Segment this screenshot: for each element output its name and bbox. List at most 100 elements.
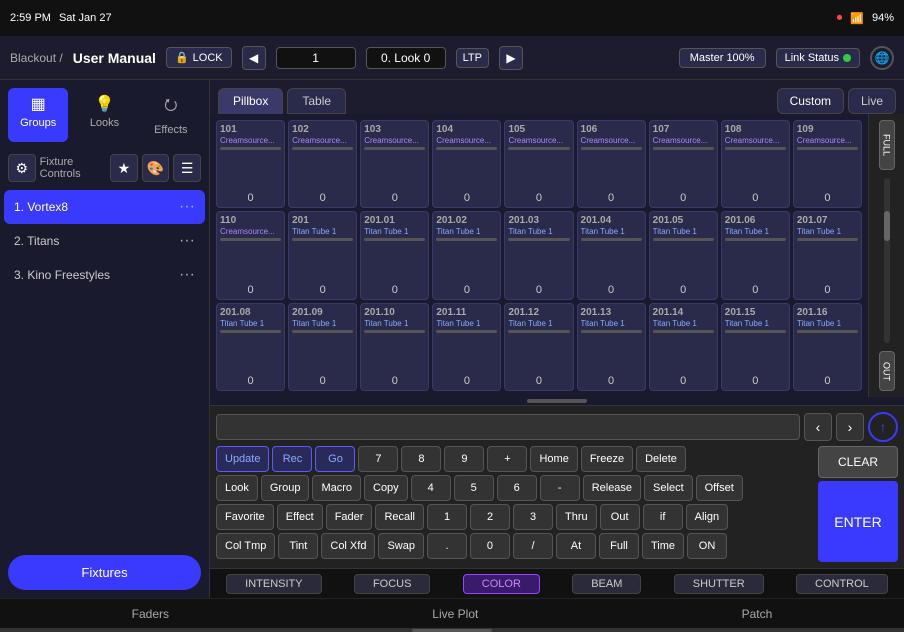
focus-button[interactable]: FOCUS xyxy=(354,574,431,594)
num4-button[interactable]: 4 xyxy=(411,475,451,501)
favorite-button[interactable]: Favorite xyxy=(216,504,274,530)
fixture-cell[interactable]: 102 Creamsource... 0 xyxy=(288,120,357,208)
fixture-cell[interactable]: 201.05 Titan Tube 1 0 xyxy=(649,211,718,299)
fixture-cell[interactable]: 201.08 Titan Tube 1 0 xyxy=(216,303,285,391)
select-button[interactable]: Select xyxy=(644,475,693,501)
fixture-cell[interactable]: 106 Creamsource... 0 xyxy=(577,120,646,208)
num9-button[interactable]: 9 xyxy=(444,446,484,472)
full-button[interactable]: FULL xyxy=(879,120,895,170)
patch-tab[interactable]: Patch xyxy=(726,603,789,625)
minus-button[interactable]: - xyxy=(540,475,580,501)
keypad-next-button[interactable]: › xyxy=(836,413,864,441)
search-input[interactable] xyxy=(216,414,800,440)
fixture-cell[interactable]: 201.15 Titan Tube 1 0 xyxy=(721,303,790,391)
fixture-cell[interactable]: 201.01 Titan Tube 1 0 xyxy=(360,211,429,299)
color-button[interactable]: COLOR xyxy=(463,574,540,594)
group-item-titans[interactable]: 2. Titans ··· xyxy=(4,224,205,258)
col-xfd-button[interactable]: Col Xfd xyxy=(321,533,375,559)
fixture-cell[interactable]: 201.13 Titan Tube 1 0 xyxy=(577,303,646,391)
home-button[interactable]: Home xyxy=(530,446,577,472)
thru-button[interactable]: Thru xyxy=(556,504,597,530)
fixture-cell[interactable]: 201.04 Titan Tube 1 0 xyxy=(577,211,646,299)
prev-cue-button[interactable]: ◀ xyxy=(242,46,266,70)
swap-button[interactable]: Swap xyxy=(378,533,424,559)
enter-button[interactable]: ENTER xyxy=(818,481,898,562)
out-key-button[interactable]: Out xyxy=(600,504,640,530)
fixture-cell[interactable]: 201.03 Titan Tube 1 0 xyxy=(504,211,573,299)
fixture-cell[interactable]: 201.09 Titan Tube 1 0 xyxy=(288,303,357,391)
fixture-cell[interactable]: 201.02 Titan Tube 1 0 xyxy=(432,211,501,299)
num7-button[interactable]: 7 xyxy=(358,446,398,472)
liveplot-tab[interactable]: Live Plot xyxy=(416,603,494,625)
group-item-kino[interactable]: 3. Kino Freestyles ··· xyxy=(4,258,205,292)
tab-table[interactable]: Table xyxy=(287,88,346,114)
fixture-cell[interactable]: 201.10 Titan Tube 1 0 xyxy=(360,303,429,391)
look-button[interactable]: Look xyxy=(216,475,258,501)
fixture-cell[interactable]: 107 Creamsource... 0 xyxy=(649,120,718,208)
plus-button[interactable]: + xyxy=(487,446,527,472)
num6-button[interactable]: 6 xyxy=(497,475,537,501)
fixture-cell[interactable]: 109 Creamsource... 0 xyxy=(793,120,862,208)
faders-tab[interactable]: Faders xyxy=(116,603,185,625)
num5-button[interactable]: 5 xyxy=(454,475,494,501)
num3-button[interactable]: 3 xyxy=(513,504,553,530)
group-menu-dots-3[interactable]: ··· xyxy=(179,266,195,284)
scrollbar-track[interactable] xyxy=(884,178,890,343)
on-button[interactable]: ON xyxy=(687,533,727,559)
sidebar-tab-looks[interactable]: 💡 Looks xyxy=(74,88,134,142)
next-cue-button[interactable]: ▶ xyxy=(499,46,523,70)
slash-button[interactable]: / xyxy=(513,533,553,559)
tab-pillbox[interactable]: Pillbox xyxy=(218,88,283,114)
go-button[interactable]: Go xyxy=(315,446,355,472)
if-button[interactable]: if xyxy=(643,504,683,530)
fixture-cell[interactable]: 201 Titan Tube 1 0 xyxy=(288,211,357,299)
list-button[interactable]: ☰ xyxy=(173,154,201,182)
release-button[interactable]: Release xyxy=(583,475,641,501)
group-button[interactable]: Group xyxy=(261,475,310,501)
scrollbar-thumb[interactable] xyxy=(884,211,890,241)
fixture-cell[interactable]: 201.07 Titan Tube 1 0 xyxy=(793,211,862,299)
fixture-cell[interactable]: 105 Creamsource... 0 xyxy=(504,120,573,208)
sidebar-tab-effects[interactable]: ⭮ Effects xyxy=(141,88,201,142)
fixture-cell[interactable]: 103 Creamsource... 0 xyxy=(360,120,429,208)
freeze-button[interactable]: Freeze xyxy=(581,446,633,472)
num8-button[interactable]: 8 xyxy=(401,446,441,472)
fixture-cell[interactable]: 201.11 Titan Tube 1 0 xyxy=(432,303,501,391)
fixture-cell[interactable]: 110 Creamsource... 0 xyxy=(216,211,285,299)
delete-button[interactable]: Delete xyxy=(636,446,686,472)
col-tmp-button[interactable]: Col Tmp xyxy=(216,533,275,559)
fixture-cell[interactable]: 201.06 Titan Tube 1 0 xyxy=(721,211,790,299)
recall-button[interactable]: Recall xyxy=(375,504,424,530)
master-button[interactable]: Master 100% xyxy=(679,48,766,68)
fixture-cell[interactable]: 101 Creamsource... 0 xyxy=(216,120,285,208)
lock-button[interactable]: 🔒 LOCK xyxy=(166,47,232,68)
macro-button[interactable]: Macro xyxy=(312,475,361,501)
dot-button[interactable]: . xyxy=(427,533,467,559)
offset-button[interactable]: Offset xyxy=(696,475,743,501)
rec-button[interactable]: Rec xyxy=(272,446,312,472)
tint-button[interactable]: Tint xyxy=(278,533,318,559)
group-menu-dots[interactable]: ··· xyxy=(179,198,195,216)
align-button[interactable]: Align xyxy=(686,504,728,530)
copy-button[interactable]: Copy xyxy=(364,475,408,501)
network-icon[interactable]: 🌐 xyxy=(870,46,894,70)
fixtures-button[interactable]: Fixtures xyxy=(8,555,201,590)
sidebar-tab-groups[interactable]: ▦ Groups xyxy=(8,88,68,142)
out-button[interactable]: OUT xyxy=(879,351,895,391)
live-button[interactable]: Live xyxy=(848,88,896,114)
full-key-button[interactable]: Full xyxy=(599,533,639,559)
clear-button[interactable]: CLEAR xyxy=(818,446,898,478)
num0-button[interactable]: 0 xyxy=(470,533,510,559)
group-menu-dots-2[interactable]: ··· xyxy=(179,232,195,250)
effect-button[interactable]: Effect xyxy=(277,504,323,530)
at-button[interactable]: At xyxy=(556,533,596,559)
star-button[interactable]: ★ xyxy=(110,154,138,182)
shutter-button[interactable]: SHUTTER xyxy=(674,574,764,594)
fixture-cell[interactable]: 201.12 Titan Tube 1 0 xyxy=(504,303,573,391)
fader-button[interactable]: Fader xyxy=(326,504,373,530)
num1-button[interactable]: 1 xyxy=(427,504,467,530)
intensity-button[interactable]: INTENSITY xyxy=(226,574,321,594)
fixture-cell[interactable]: 201.14 Titan Tube 1 0 xyxy=(649,303,718,391)
time-button[interactable]: Time xyxy=(642,533,684,559)
control-button[interactable]: CONTROL xyxy=(796,574,888,594)
